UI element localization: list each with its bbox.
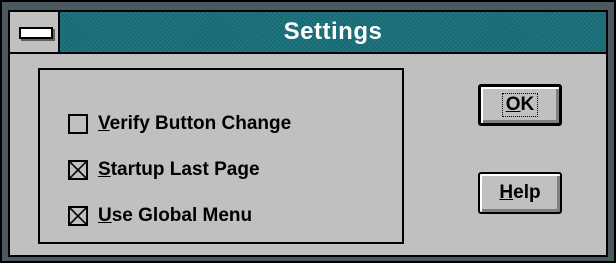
checkbox-box[interactable] (68, 114, 88, 134)
window-title: Settings (283, 18, 383, 45)
startup-last-page-checkbox[interactable]: Startup Last Page (68, 156, 260, 184)
verify-button-change-checkbox[interactable]: Verify Button Change (68, 110, 291, 138)
ok-button-label: OK (501, 93, 539, 117)
help-button[interactable]: Help (478, 172, 562, 214)
options-group: Verify Button Change Startup Last Page U… (38, 68, 404, 244)
startup-last-page-label: Startup Last Page (98, 159, 260, 180)
ok-button[interactable]: OK (478, 84, 562, 126)
system-menu-icon (19, 27, 53, 39)
dialog-body: Verify Button Change Startup Last Page U… (8, 54, 608, 257)
checkbox-box[interactable] (68, 206, 88, 226)
settings-dialog: Settings Verify Button Change Startup La… (0, 0, 616, 263)
verify-button-change-label: Verify Button Change (98, 113, 292, 134)
x-check-icon (70, 208, 86, 224)
title-bar[interactable]: Settings (8, 10, 608, 54)
help-button-label: Help (499, 182, 541, 203)
system-menu-button[interactable] (10, 12, 60, 52)
x-check-icon (70, 162, 86, 178)
use-global-menu-checkbox[interactable]: Use Global Menu (68, 202, 252, 230)
use-global-menu-label: Use Global Menu (98, 205, 253, 226)
checkbox-box[interactable] (68, 160, 88, 180)
